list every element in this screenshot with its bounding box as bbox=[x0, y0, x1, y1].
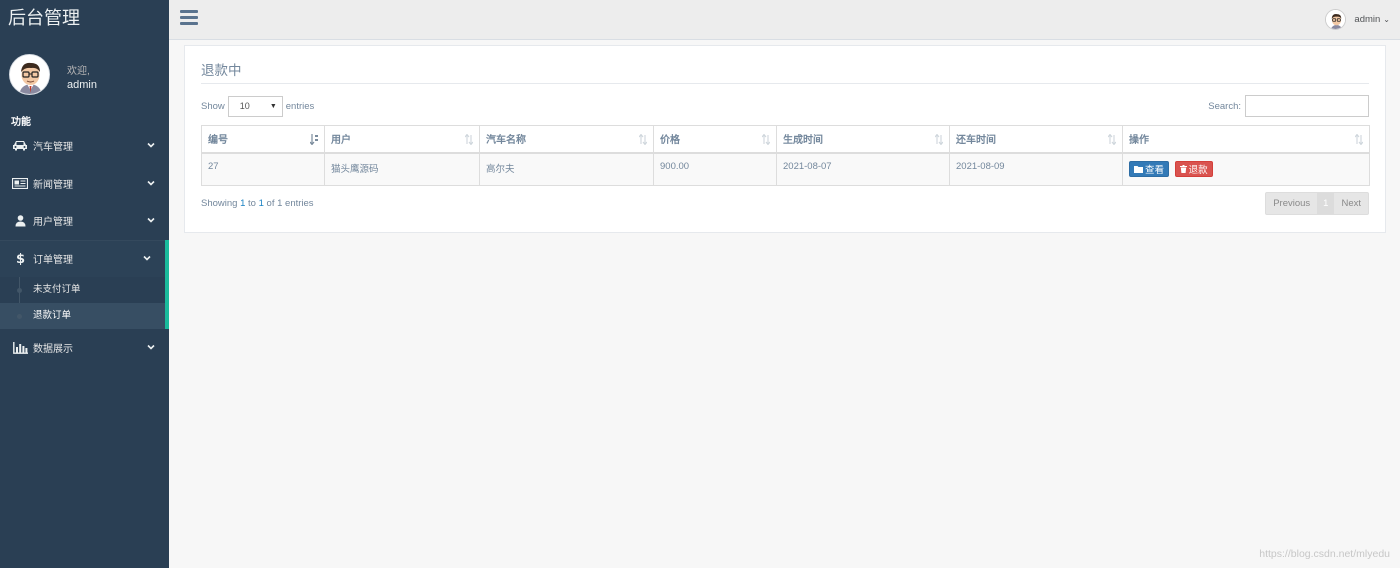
table-header-row: 编号 用户 汽车名称 价格 生成时间 还车时间 操作 bbox=[201, 125, 1370, 154]
pagination: Previous 1 Next bbox=[1265, 192, 1369, 215]
sort-icon bbox=[1108, 134, 1116, 145]
column-header-actions[interactable]: 操作 bbox=[1122, 125, 1370, 154]
chevron-down-icon bbox=[147, 142, 155, 148]
table-info: Showing 1 to 1 of 1 entries bbox=[201, 198, 314, 209]
order-submenu: 未支付订单 退款订单 bbox=[0, 277, 169, 329]
cell-price: 900.00 bbox=[653, 152, 777, 186]
chevron-down-icon bbox=[143, 255, 151, 261]
user-dropdown-label: admin bbox=[1354, 13, 1381, 25]
trash-icon bbox=[1179, 164, 1187, 173]
sort-icon bbox=[465, 134, 473, 145]
refund-orders-panel: 退款中 Show 10 ▼ entries Search: 编号 用户 汽车名称… bbox=[184, 45, 1386, 233]
sidebar-item-unpaid-orders[interactable]: 未支付订单 bbox=[0, 277, 165, 303]
dropdown-arrow-icon: ▼ bbox=[269, 102, 277, 110]
sidebar-item-car-management[interactable]: 汽车管理 bbox=[0, 127, 169, 165]
sidebar-item-label: 数据展示 bbox=[33, 344, 73, 356]
column-header-created-time[interactable]: 生成时间 bbox=[776, 125, 950, 154]
profile-username: admin bbox=[67, 79, 97, 91]
next-page-button[interactable]: Next bbox=[1334, 193, 1368, 214]
column-header-return-time[interactable]: 还车时间 bbox=[949, 125, 1123, 154]
avatar bbox=[9, 54, 50, 95]
sidebar-item-label: 新闻管理 bbox=[33, 179, 73, 191]
search-input[interactable] bbox=[1245, 95, 1369, 117]
orders-table: 编号 用户 汽车名称 价格 生成时间 还车时间 操作 27 猫头鹰源码 高尔夫 … bbox=[201, 125, 1370, 186]
top-navbar: admin ⌄ bbox=[169, 0, 1400, 40]
bullet-icon bbox=[17, 288, 22, 293]
brand-title[interactable]: 后台管理 bbox=[0, 0, 169, 40]
watermark: https://blog.csdn.net/mlyedu bbox=[1259, 548, 1390, 560]
divider bbox=[201, 83, 1369, 84]
avatar bbox=[1325, 8, 1347, 30]
column-header-car-name[interactable]: 汽车名称 bbox=[479, 125, 654, 154]
chevron-down-icon bbox=[147, 180, 155, 186]
sort-icon bbox=[762, 134, 770, 145]
search-label: Search: bbox=[1208, 100, 1241, 112]
sidebar-menu: 汽车管理 新闻管理 用户管理 $ 订单管理 未支付订单 退款订单 数据展示 bbox=[0, 127, 169, 367]
sidebar: 后台管理 欢迎, admin 功能 汽车管理 新闻管理 用户管理 $ 订单管理 … bbox=[0, 0, 169, 568]
car-icon bbox=[11, 139, 29, 153]
folder-icon bbox=[1134, 165, 1143, 173]
table-row: 27 猫头鹰源码 高尔夫 900.00 2021-08-07 2021-08-0… bbox=[201, 152, 1370, 186]
sort-icon bbox=[639, 134, 647, 145]
sidebar-item-label: 未支付订单 bbox=[33, 284, 81, 295]
table-search: Search: bbox=[1208, 95, 1369, 117]
sidebar-item-label: 订单管理 bbox=[33, 254, 73, 266]
welcome-text: 欢迎, bbox=[67, 66, 90, 77]
cell-created-time: 2021-08-07 bbox=[776, 152, 950, 186]
column-header-id[interactable]: 编号 bbox=[201, 125, 325, 154]
sidebar-item-order-management[interactable]: $ 订单管理 bbox=[0, 239, 169, 277]
bar-chart-icon bbox=[11, 341, 29, 355]
page-size-value: 10 bbox=[239, 100, 250, 111]
menu-section-title: 功能 bbox=[11, 117, 31, 128]
svg-text:$: $ bbox=[16, 252, 25, 265]
chevron-down-icon: ⌄ bbox=[1383, 14, 1390, 24]
chevron-down-icon bbox=[147, 344, 155, 350]
cell-actions: 查看 退款 bbox=[1122, 152, 1370, 186]
profile: 欢迎, admin bbox=[0, 40, 169, 108]
sidebar-item-label: 用户管理 bbox=[33, 217, 73, 229]
user-dropdown[interactable]: admin ⌄ bbox=[1325, 8, 1390, 30]
sidebar-item-refund-orders[interactable]: 退款订单 bbox=[0, 303, 165, 329]
sort-icon bbox=[935, 134, 943, 145]
newspaper-icon bbox=[11, 176, 29, 190]
sidebar-item-data-display[interactable]: 数据展示 bbox=[0, 329, 169, 367]
panel-title: 退款中 bbox=[201, 63, 242, 79]
entries-label: entries bbox=[285, 100, 315, 112]
previous-page-button[interactable]: Previous bbox=[1266, 193, 1317, 214]
refund-button[interactable]: 退款 bbox=[1174, 160, 1213, 177]
cell-user: 猫头鹰源码 bbox=[324, 152, 480, 186]
refund-button-label: 退款 bbox=[1188, 164, 1208, 176]
show-label: Show bbox=[201, 100, 225, 112]
page-size-control: Show 10 ▼ entries bbox=[201, 95, 314, 117]
column-header-user[interactable]: 用户 bbox=[324, 125, 480, 154]
page-size-select[interactable]: 10 ▼ bbox=[227, 95, 283, 117]
menu-toggle-icon[interactable] bbox=[180, 10, 198, 26]
column-header-price[interactable]: 价格 bbox=[653, 125, 777, 154]
sort-icon bbox=[1355, 134, 1363, 145]
page-number-button[interactable]: 1 bbox=[1317, 193, 1335, 214]
sidebar-item-news-management[interactable]: 新闻管理 bbox=[0, 165, 169, 203]
bullet-icon bbox=[17, 314, 22, 319]
user-icon bbox=[11, 214, 29, 228]
sort-asc-icon bbox=[310, 134, 318, 145]
cell-id: 27 bbox=[201, 152, 325, 186]
dollar-icon: $ bbox=[11, 251, 29, 265]
cell-return-time: 2021-08-09 bbox=[949, 152, 1123, 186]
sidebar-item-label: 退款订单 bbox=[33, 310, 72, 321]
sidebar-item-user-management[interactable]: 用户管理 bbox=[0, 202, 169, 240]
cell-car-name: 高尔夫 bbox=[479, 152, 654, 186]
view-button[interactable]: 查看 bbox=[1129, 160, 1170, 177]
chevron-down-icon bbox=[147, 217, 155, 223]
sidebar-item-label: 汽车管理 bbox=[33, 142, 73, 154]
view-button-label: 查看 bbox=[1145, 164, 1165, 176]
